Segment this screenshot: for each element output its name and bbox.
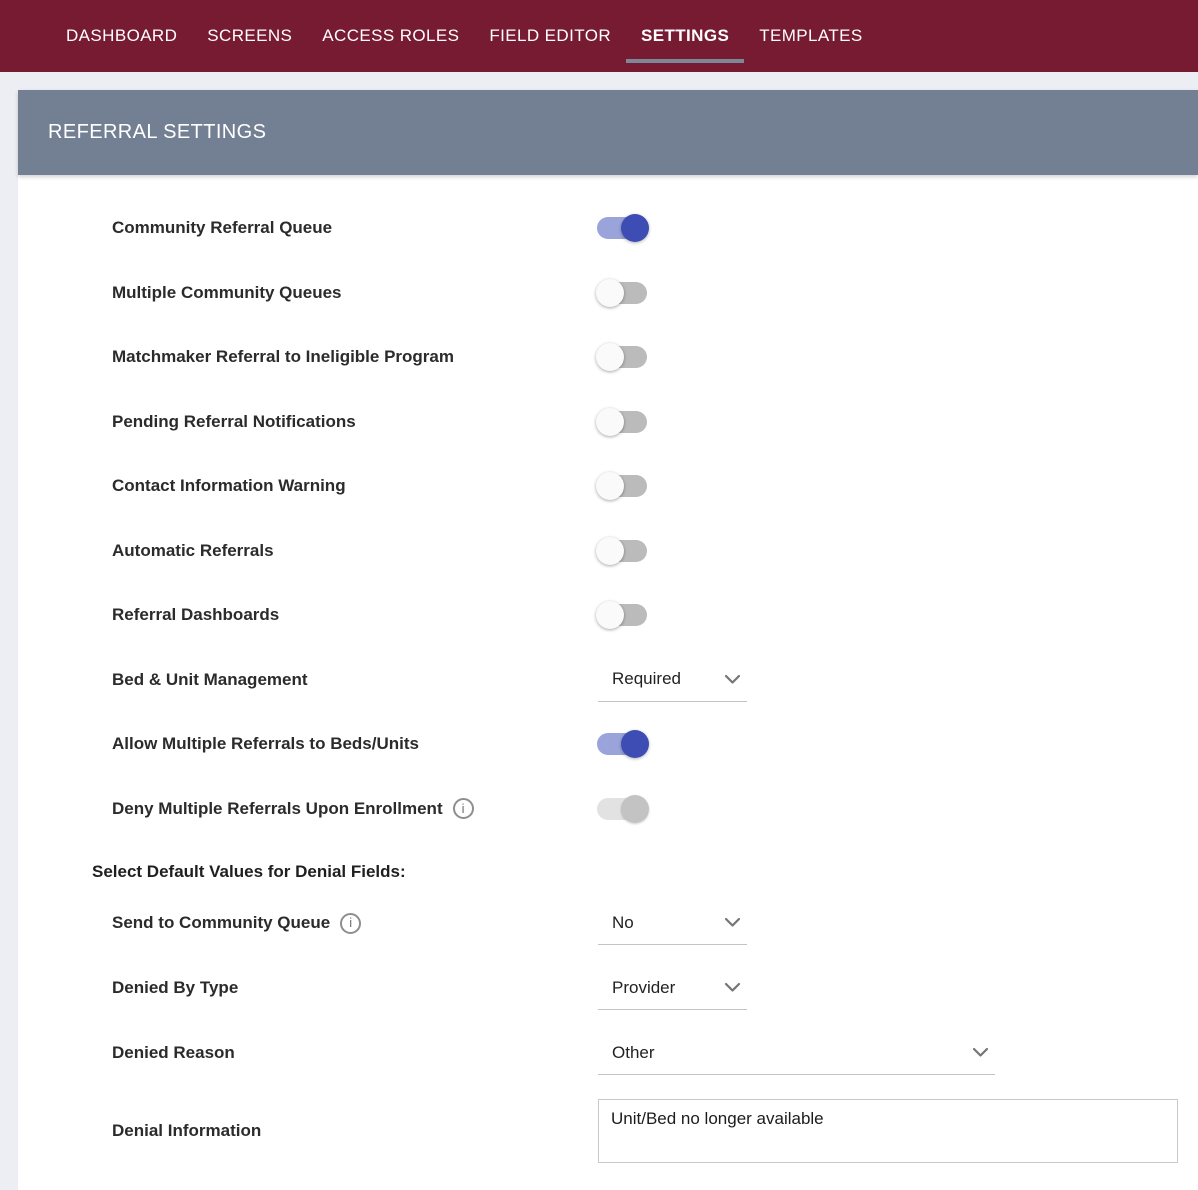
page-title: REFERRAL SETTINGS	[48, 121, 266, 144]
setting-label: Referral Dashboards	[112, 604, 279, 626]
row-denied-reason: Denied Reason Other	[18, 1021, 1198, 1086]
toggle-pending-referral-notifications[interactable]	[596, 408, 650, 436]
select-denied-reason[interactable]: Other	[598, 1031, 995, 1075]
chevron-down-icon	[972, 1047, 989, 1058]
toggle-thumb	[621, 214, 649, 242]
setting-label: Pending Referral Notifications	[112, 411, 356, 433]
toggle-allow-multiple-referrals[interactable]	[596, 730, 650, 758]
toggle-thumb	[596, 408, 624, 436]
setting-label-text: Deny Multiple Referrals Upon Enrollment	[112, 798, 443, 820]
panel-header: REFERRAL SETTINGS	[18, 90, 1198, 175]
setting-label: Denial Information	[112, 1120, 261, 1142]
toggle-thumb	[621, 795, 649, 823]
toggle-thumb	[596, 279, 624, 307]
setting-label: Allow Multiple Referrals to Beds/Units	[112, 733, 419, 755]
select-value: Required	[612, 669, 681, 689]
nav-tab-dashboard[interactable]: DASHBOARD	[66, 26, 177, 46]
select-bed-unit-management[interactable]: Required	[598, 658, 747, 702]
toggle-deny-multiple-referrals[interactable]	[596, 795, 650, 823]
row-send-to-community-queue: Send to Community Queue i No	[18, 891, 1198, 956]
setting-label-text: Send to Community Queue	[112, 912, 330, 934]
top-nav: DASHBOARD SCREENS ACCESS ROLES FIELD EDI…	[0, 0, 1198, 72]
row-community-referral-queue: Community Referral Queue	[18, 196, 1198, 261]
row-bed-unit-management: Bed & Unit Management Required	[18, 648, 1198, 713]
toggle-multiple-community-queues[interactable]	[596, 279, 650, 307]
row-multiple-community-queues: Multiple Community Queues	[18, 261, 1198, 326]
denial-information-input[interactable]: Unit/Bed no longer available	[598, 1099, 1178, 1163]
row-automatic-referrals: Automatic Referrals	[18, 519, 1198, 584]
row-denied-by-type: Denied By Type Provider	[18, 956, 1198, 1021]
row-matchmaker-referral-ineligible: Matchmaker Referral to Ineligible Progra…	[18, 325, 1198, 390]
chevron-down-icon	[724, 982, 741, 993]
select-send-to-community-queue[interactable]: No	[598, 901, 747, 945]
setting-label: Denied By Type	[112, 977, 238, 999]
section-title: Select Default Values for Denial Fields:	[92, 862, 406, 882]
nav-tab-field-editor[interactable]: FIELD EDITOR	[489, 26, 611, 46]
nav-tab-access-roles[interactable]: ACCESS ROLES	[322, 26, 459, 46]
setting-label: Deny Multiple Referrals Upon Enrollment …	[112, 798, 474, 820]
toggle-thumb	[596, 601, 624, 629]
select-denied-by-type[interactable]: Provider	[598, 966, 747, 1010]
row-deny-multiple-referrals: Deny Multiple Referrals Upon Enrollment …	[18, 777, 1198, 842]
select-value: Provider	[612, 978, 675, 998]
toggle-matchmaker-referral-ineligible[interactable]	[596, 343, 650, 371]
toggle-thumb	[596, 343, 624, 371]
row-allow-multiple-referrals: Allow Multiple Referrals to Beds/Units	[18, 712, 1198, 777]
setting-label: Matchmaker Referral to Ineligible Progra…	[112, 346, 454, 368]
setting-label: Send to Community Queue i	[112, 912, 361, 934]
nav-tab-settings[interactable]: SETTINGS	[641, 26, 729, 46]
toggle-referral-dashboards[interactable]	[596, 601, 650, 629]
referral-settings-panel: REFERRAL SETTINGS Community Referral Que…	[18, 90, 1198, 1190]
row-pending-referral-notifications: Pending Referral Notifications	[18, 390, 1198, 455]
nav-tab-screens[interactable]: SCREENS	[207, 26, 292, 46]
info-icon[interactable]: i	[453, 798, 474, 819]
toggle-thumb	[596, 537, 624, 565]
toggle-thumb	[596, 472, 624, 500]
toggle-community-referral-queue[interactable]	[596, 214, 650, 242]
toggle-automatic-referrals[interactable]	[596, 537, 650, 565]
info-icon[interactable]: i	[340, 913, 361, 934]
row-denial-information: Denial Information Unit/Bed no longer av…	[18, 1086, 1198, 1176]
denial-defaults-section: Select Default Values for Denial Fields:	[18, 854, 1198, 891]
select-value: Other	[612, 1043, 655, 1063]
row-referral-dashboards: Referral Dashboards	[18, 583, 1198, 648]
select-value: No	[612, 913, 634, 933]
setting-label: Denied Reason	[112, 1042, 235, 1064]
settings-content: Community Referral Queue Multiple Commun…	[18, 175, 1198, 1176]
chevron-down-icon	[724, 917, 741, 928]
toggle-contact-information-warning[interactable]	[596, 472, 650, 500]
chevron-down-icon	[724, 674, 741, 685]
setting-label: Community Referral Queue	[112, 217, 332, 239]
setting-label: Multiple Community Queues	[112, 282, 342, 304]
toggle-thumb	[621, 730, 649, 758]
setting-label: Contact Information Warning	[112, 475, 346, 497]
setting-label: Automatic Referrals	[112, 540, 274, 562]
nav-tab-templates[interactable]: TEMPLATES	[759, 26, 862, 46]
page-background-strip	[0, 72, 1198, 90]
setting-label: Bed & Unit Management	[112, 669, 308, 691]
row-contact-information-warning: Contact Information Warning	[18, 454, 1198, 519]
